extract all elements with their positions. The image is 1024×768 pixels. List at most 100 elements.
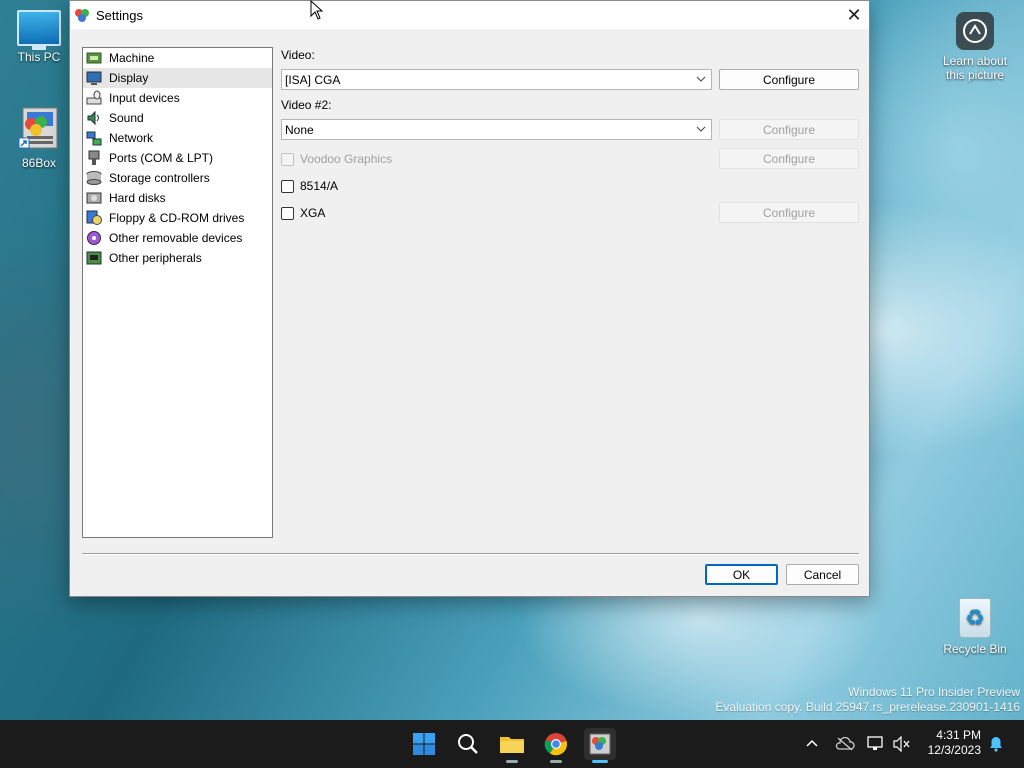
category-list: Machine Display Input devices Sound Netw…	[82, 47, 273, 538]
cloud-offline-icon	[835, 737, 855, 751]
category-item-removable-devices[interactable]: Other removable devices	[83, 228, 272, 248]
video-label: Video:	[281, 48, 315, 62]
xga-configure-button[interactable]: Configure	[719, 202, 859, 223]
category-label: Ports (COM & LPT)	[109, 151, 214, 165]
sound-icon	[86, 110, 102, 126]
title-bar[interactable]: Settings ✕	[70, 1, 869, 29]
category-item-floppy-cdrom[interactable]: Floppy & CD-ROM drives	[83, 208, 272, 228]
ports-icon	[86, 150, 102, 166]
tray-overflow-button[interactable]	[802, 734, 822, 754]
category-item-display[interactable]: Display	[83, 68, 272, 88]
desktop-icon-label: 86Box	[21, 156, 57, 170]
category-item-machine[interactable]: Machine	[83, 48, 272, 68]
category-item-input-devices[interactable]: Input devices	[83, 88, 272, 108]
video2-label: Video #2:	[281, 98, 332, 112]
checkbox-box	[281, 179, 294, 193]
voodoo-checkbox[interactable]: Voodoo Graphics	[281, 152, 392, 166]
video-configure-button[interactable]: Configure	[719, 69, 859, 90]
search-icon	[458, 734, 478, 754]
camera-info-icon	[956, 12, 994, 50]
86box-icon	[589, 733, 611, 755]
mouse-cursor-icon	[310, 0, 324, 20]
notifications-button[interactable]	[986, 734, 1006, 754]
checkbox-box	[281, 206, 294, 220]
network-tray[interactable]	[866, 734, 886, 754]
category-label: Network	[109, 131, 154, 145]
chrome-button[interactable]	[540, 728, 572, 763]
desktop-icon-label: Learn about this picture	[942, 54, 1008, 82]
cancel-button[interactable]: Cancel	[786, 564, 859, 585]
computer-icon	[17, 10, 61, 50]
desktop-icon-86box[interactable]: 86Box	[1, 106, 77, 170]
86box-app-icon	[17, 106, 61, 152]
desktop-icon-label: Recycle Bin	[943, 642, 1007, 656]
footer-separator	[82, 553, 859, 555]
voodoo-label: Voodoo Graphics	[300, 152, 393, 166]
category-item-ports[interactable]: Ports (COM & LPT)	[83, 148, 272, 168]
network-status-icon	[867, 736, 883, 750]
window-title: Settings	[96, 7, 143, 23]
file-explorer-button[interactable]	[496, 728, 528, 763]
settings-window: Settings ✕ Machine Display Input devices…	[69, 0, 870, 597]
desktop-icon-recycle-bin[interactable]: ♻ Recycle Bin	[937, 598, 1013, 656]
video-select-value: [ISA] CGA	[285, 72, 341, 87]
running-indicator	[592, 760, 608, 763]
taskbar: 4:31 PM 12/3/2023	[0, 720, 1024, 768]
chevron-down-icon	[696, 126, 706, 132]
86box-small-icon	[74, 7, 90, 23]
checkbox-box	[281, 152, 294, 166]
category-label: Other peripherals	[109, 251, 202, 265]
storage-controllers-icon	[86, 170, 102, 186]
hard-disks-icon	[86, 190, 102, 206]
search-button[interactable]	[452, 728, 484, 760]
clock-date: 12/3/2023	[927, 743, 981, 757]
volume-tray[interactable]	[892, 734, 912, 754]
chrome-icon	[544, 733, 568, 756]
display-icon	[86, 70, 102, 86]
xga-label: XGA	[300, 206, 326, 220]
start-icon	[413, 733, 435, 755]
close-button[interactable]: ✕	[839, 1, 869, 29]
volume-muted-icon	[893, 736, 910, 752]
watermark-line-2: Evaluation copy. Build 25947.rs_prerelea…	[715, 700, 1020, 714]
running-indicator	[550, 760, 562, 763]
category-label: Floppy & CD-ROM drives	[109, 211, 245, 225]
category-label: Hard disks	[109, 191, 166, 205]
xga-checkbox[interactable]: XGA	[281, 206, 325, 220]
windows-watermark: Windows 11 Pro Insider Preview Evaluatio…	[715, 685, 1020, 715]
chevron-down-icon	[696, 76, 706, 82]
video2-configure-button[interactable]: Configure	[719, 119, 859, 140]
chevron-up-icon	[806, 739, 818, 747]
category-label: Storage controllers	[109, 171, 210, 185]
bell-icon	[990, 737, 1002, 752]
86box-taskbar-button[interactable]	[584, 728, 616, 763]
category-label: Other removable devices	[109, 231, 243, 245]
file-explorer-icon	[500, 737, 524, 753]
close-icon: ✕	[846, 4, 862, 25]
removable-devices-icon	[86, 230, 102, 246]
desktop-icon-learn-about-picture[interactable]: Learn about this picture	[936, 12, 1014, 82]
category-item-sound[interactable]: Sound	[83, 108, 272, 128]
video-select[interactable]: [ISA] CGA	[281, 69, 712, 90]
machine-icon	[86, 50, 102, 66]
voodoo-configure-button[interactable]: Configure	[719, 148, 859, 169]
8514a-checkbox[interactable]: 8514/A	[281, 179, 338, 193]
start-button[interactable]	[408, 728, 440, 760]
ok-button[interactable]: OK	[705, 564, 778, 585]
onedrive-tray[interactable]	[835, 734, 855, 754]
category-item-storage-controllers[interactable]: Storage controllers	[83, 168, 272, 188]
category-item-peripherals[interactable]: Other peripherals	[83, 248, 272, 268]
input-devices-icon	[86, 90, 102, 106]
running-indicator	[506, 760, 518, 763]
category-item-network[interactable]: Network	[83, 128, 272, 148]
category-label: Display	[109, 71, 149, 85]
desktop-icon-this-pc[interactable]: This PC	[1, 10, 77, 64]
category-label: Machine	[109, 51, 155, 65]
video2-select[interactable]: None	[281, 119, 712, 140]
desktop-icon-label: This PC	[17, 50, 61, 64]
clock[interactable]: 4:31 PM 12/3/2023	[928, 728, 981, 758]
network-icon	[86, 130, 102, 146]
category-label: Sound	[109, 111, 144, 125]
floppy-cdrom-icon	[86, 210, 102, 226]
category-item-hard-disks[interactable]: Hard disks	[83, 188, 272, 208]
